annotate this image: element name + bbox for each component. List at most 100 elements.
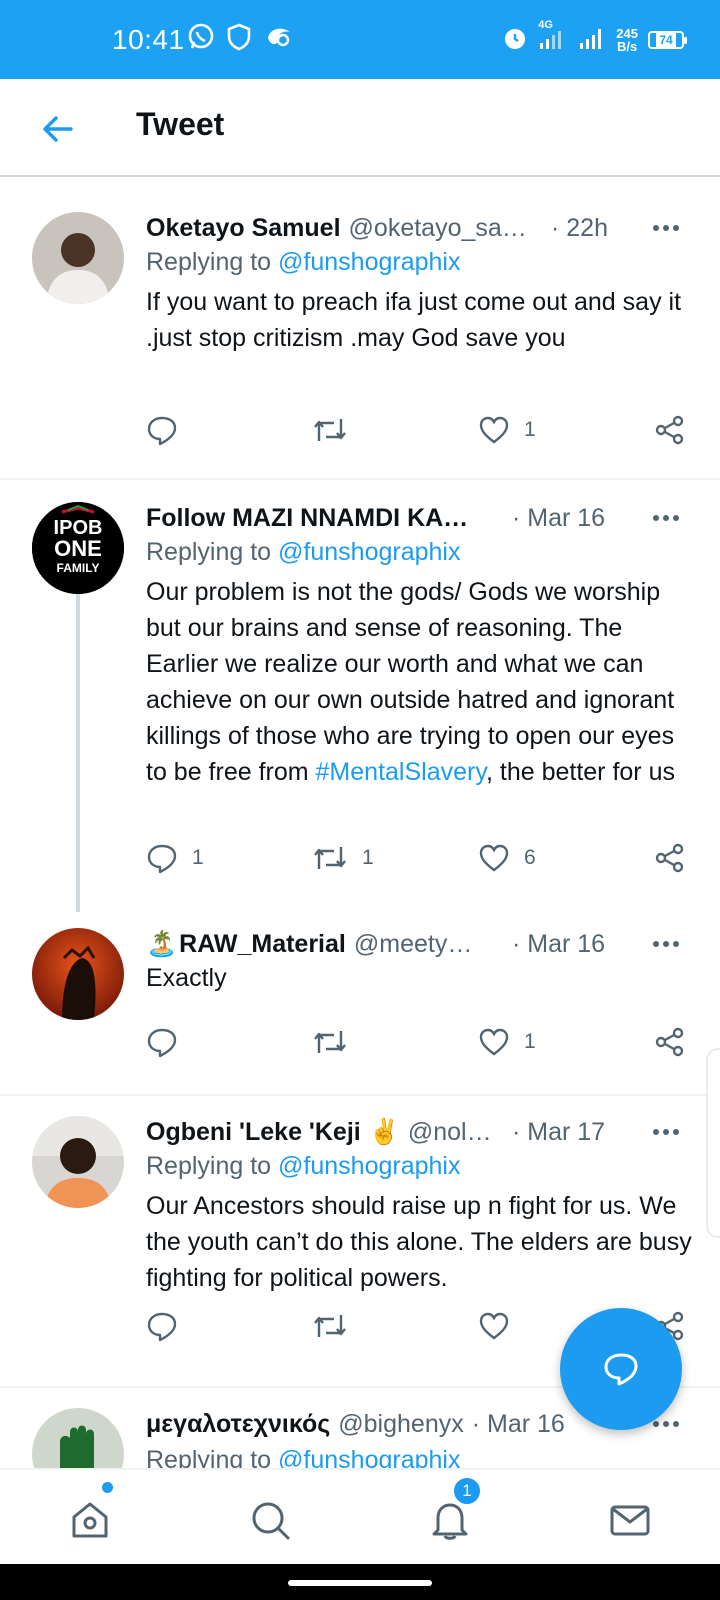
replying-to: Replying to @funshographix xyxy=(146,248,461,276)
share-icon xyxy=(655,843,684,873)
home-icon xyxy=(72,1502,108,1538)
edge-panel-handle[interactable] xyxy=(706,1048,720,1238)
avatar[interactable] xyxy=(32,928,124,1020)
whatsapp-icon xyxy=(186,22,216,57)
avatar[interactable] xyxy=(32,1116,124,1208)
avatar[interactable]: IPOB ONE FAMILY xyxy=(32,502,124,594)
tweet-time[interactable]: · Mar 17 xyxy=(512,1118,605,1147)
retweet-button[interactable]: 1 xyxy=(312,838,374,878)
avatar[interactable] xyxy=(32,212,124,304)
like-button[interactable]: 1 xyxy=(478,1022,536,1062)
more-options-button[interactable] xyxy=(646,504,686,532)
tweet-text: If you want to preach ifa just come out … xyxy=(146,288,682,352)
tweet-time[interactable]: · Mar 16 xyxy=(472,1410,565,1439)
retweet-button[interactable] xyxy=(312,410,348,450)
like-button[interactable] xyxy=(478,1306,510,1346)
replying-to: Replying to @funshographix xyxy=(146,1152,461,1180)
battery-icon: 74 xyxy=(648,31,687,49)
share-button[interactable] xyxy=(654,410,686,450)
retweet-icon xyxy=(314,1031,346,1053)
tweet-actions: 1 xyxy=(146,1022,691,1062)
tweet-text: Our Ancestors should raise up n fight fo… xyxy=(146,1192,692,1292)
signal-icon: 4G xyxy=(538,19,568,56)
home-indicator[interactable] xyxy=(288,1580,432,1586)
tweet-time[interactable]: · Mar 16 xyxy=(512,504,605,533)
retweet-icon xyxy=(314,419,346,441)
reply-icon xyxy=(147,844,177,874)
reply-icon xyxy=(147,1028,177,1058)
reply-icon xyxy=(147,1312,177,1342)
reply-feed: Oketayo Samuel @oketayo_sa… · 22h Replyi… xyxy=(0,190,720,1470)
more-options-button[interactable] xyxy=(646,930,686,958)
author-handle[interactable]: @meety… xyxy=(354,930,472,959)
back-button[interactable] xyxy=(36,107,80,151)
reply-count: 1 xyxy=(192,846,204,869)
status-bar: 10:41 4G 245 B/s 74 xyxy=(0,0,720,79)
share-button[interactable] xyxy=(654,838,686,878)
author-handle[interactable]: @oketayo_sa… xyxy=(349,214,527,243)
home-unread-dot xyxy=(102,1482,113,1493)
retweet-button[interactable] xyxy=(312,1306,348,1346)
reply-bubble-icon xyxy=(604,1353,638,1386)
tweet-text: Exactly xyxy=(146,964,227,992)
like-button[interactable]: 6 xyxy=(478,838,536,878)
reply-button[interactable] xyxy=(146,410,178,450)
share-button[interactable] xyxy=(654,1022,686,1062)
more-options-button[interactable] xyxy=(646,214,686,242)
retweet-icon xyxy=(314,1315,346,1337)
mail-icon xyxy=(610,1505,650,1536)
tweet-item[interactable]: 🏝️ RAW_Material @meety… · Mar 16 Exactly… xyxy=(0,918,720,1083)
avatar[interactable] xyxy=(32,1408,124,1470)
top-app-bar: Tweet xyxy=(0,79,720,177)
mention-link[interactable]: @funshographix xyxy=(278,1446,460,1470)
search-icon xyxy=(252,1502,290,1540)
compose-reply-button[interactable] xyxy=(560,1308,682,1430)
page-title: Tweet xyxy=(136,106,225,142)
bottom-navigation: 1 xyxy=(0,1468,720,1564)
author-handle[interactable]: @bighenyx xyxy=(338,1410,463,1439)
tweet-actions: 1 1 6 xyxy=(146,838,691,878)
like-count: 1 xyxy=(524,418,536,441)
reply-icon xyxy=(147,416,177,446)
reply-button[interactable]: 1 xyxy=(146,838,204,878)
alarm-icon xyxy=(502,25,528,56)
author-name[interactable]: RAW_Material xyxy=(179,930,346,959)
nav-messages[interactable] xyxy=(602,1492,658,1548)
heart-icon xyxy=(479,844,509,872)
mention-link[interactable]: @funshographix xyxy=(278,248,460,276)
tweet-text: Our problem is not the gods/ Gods we wor… xyxy=(146,578,675,786)
mention-link[interactable]: @funshographix xyxy=(278,538,460,566)
author-name[interactable]: Follow MAZI NNAMDI KA… xyxy=(146,504,468,533)
author-name[interactable]: μεγαλοτεχνικός xyxy=(146,1410,330,1439)
more-options-button[interactable] xyxy=(646,1118,686,1146)
tweet-time[interactable]: · Mar 16 xyxy=(512,930,605,959)
island-emoji: 🏝️ xyxy=(146,929,178,958)
nav-search[interactable] xyxy=(242,1492,298,1548)
reply-button[interactable] xyxy=(146,1022,178,1062)
retweet-count: 1 xyxy=(362,846,374,869)
share-icon xyxy=(655,1027,684,1057)
author-name[interactable]: Oketayo Samuel xyxy=(146,214,341,243)
status-time: 10:41 xyxy=(112,24,185,55)
reply-button[interactable] xyxy=(146,1306,178,1346)
retweet-icon xyxy=(314,847,346,869)
heart-icon xyxy=(479,1028,509,1056)
retweet-button[interactable] xyxy=(312,1022,348,1062)
tweet-item[interactable]: IPOB ONE FAMILY Follow MAZI NNAMDI KA… ·… xyxy=(0,480,720,912)
tweet-time[interactable]: · 22h xyxy=(551,214,608,243)
system-gesture-bar xyxy=(0,1564,720,1600)
like-button[interactable]: 1 xyxy=(478,410,536,450)
notifications-badge: 1 xyxy=(452,1476,482,1506)
tweet-actions: 1 xyxy=(146,410,691,450)
tweet-item[interactable]: Oketayo Samuel @oketayo_sa… · 22h Replyi… xyxy=(0,190,720,480)
author-handle[interactable]: @nol… xyxy=(408,1118,492,1147)
author-name[interactable]: Ogbeni 'Leke 'Keji xyxy=(146,1118,361,1147)
heart-icon xyxy=(479,416,509,444)
hashtag-link[interactable]: #MentalSlavery xyxy=(316,758,486,786)
nav-home[interactable] xyxy=(62,1492,118,1548)
replying-to: Replying to @funshographix xyxy=(146,1446,460,1470)
network-type: 4G xyxy=(538,18,553,31)
mention-link[interactable]: @funshographix xyxy=(278,1152,460,1180)
battery-level: 74 xyxy=(656,33,676,47)
like-count: 6 xyxy=(524,846,536,869)
